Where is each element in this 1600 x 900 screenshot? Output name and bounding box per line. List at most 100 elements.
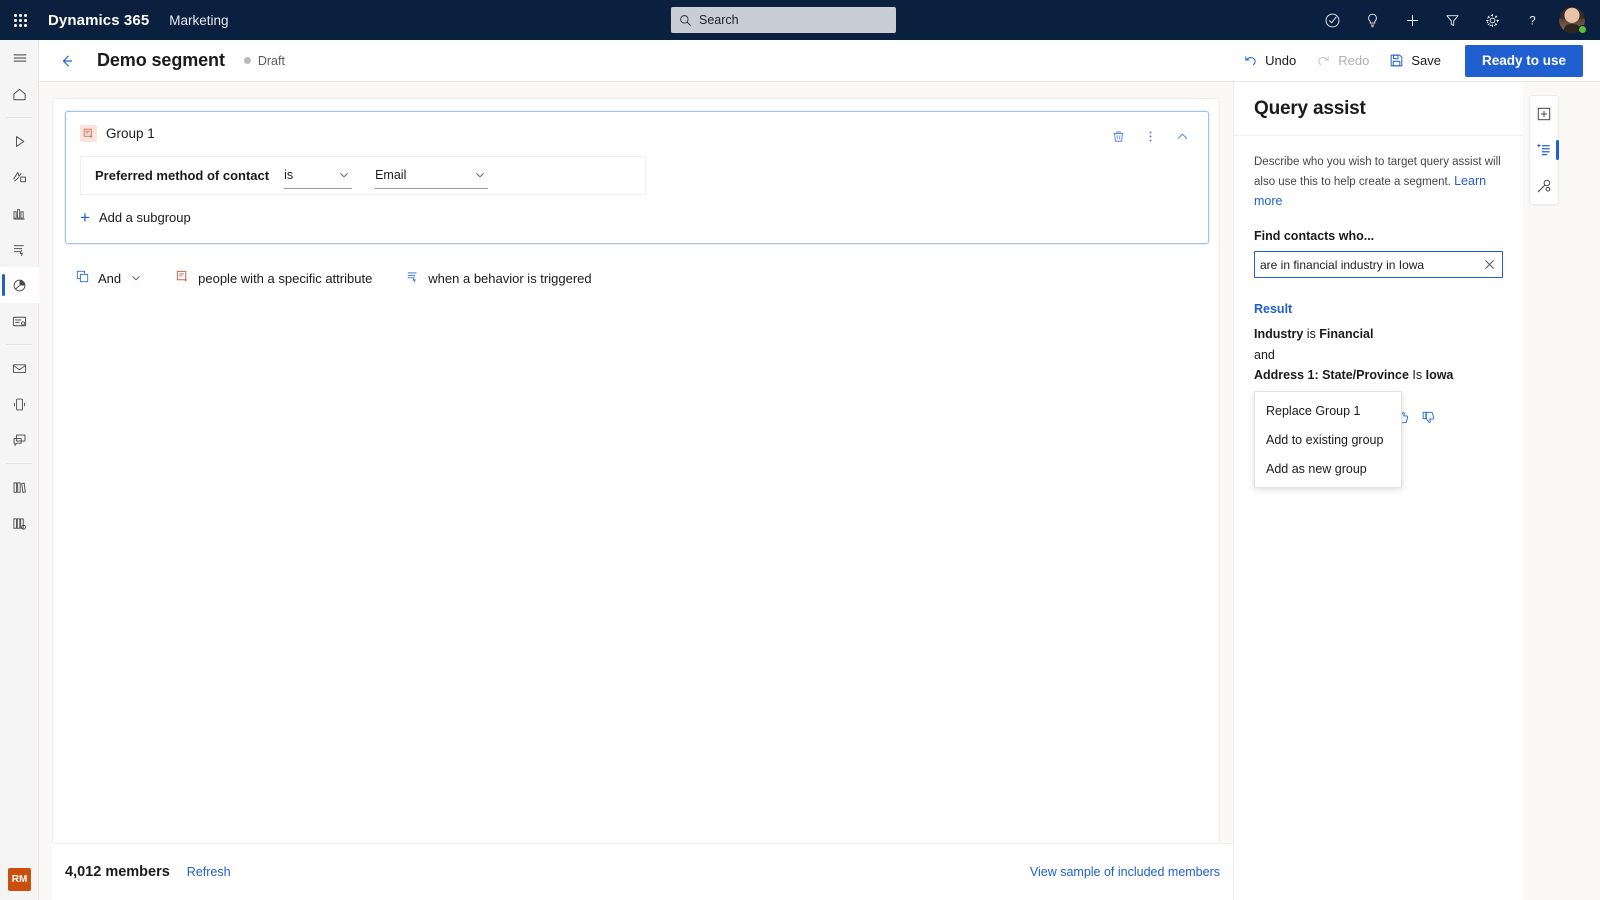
thumbs-down-icon[interactable]	[1421, 410, 1436, 425]
result-1-field: Industry	[1254, 327, 1303, 341]
redo-icon	[1316, 53, 1331, 68]
add-subgroup-button[interactable]: + Add a subgroup	[80, 209, 191, 226]
add-behavior-rule-label: when a behavior is triggered	[428, 271, 591, 286]
result-1-value: Financial	[1319, 327, 1373, 341]
filter-icon[interactable]	[1432, 0, 1472, 40]
sidebar-item-text-messages[interactable]	[0, 386, 39, 422]
redo-button[interactable]: Redo	[1306, 45, 1379, 77]
query-assist-input[interactable]	[1260, 258, 1479, 272]
sidebar-item-emails[interactable]	[0, 350, 39, 386]
logic-operator-and[interactable]: And	[76, 265, 142, 291]
redo-label: Redo	[1338, 53, 1369, 68]
query-assist-panel: Query assist Describe who you wish to ta…	[1233, 82, 1523, 900]
query-assist-input-wrapper[interactable]	[1254, 251, 1503, 278]
menu-item-add-to-existing-group[interactable]: Add to existing group	[1255, 425, 1401, 454]
svg-text:?: ?	[1529, 13, 1536, 27]
condition-operator-value: is	[284, 168, 293, 182]
top-navigation-bar: Dynamics 365 Marketing Search ?	[0, 0, 1600, 40]
delete-group-icon[interactable]	[1105, 123, 1132, 150]
app-launcher-icon[interactable]	[0, 0, 40, 40]
result-1-operator: is	[1303, 327, 1319, 341]
behavior-icon	[406, 270, 419, 286]
brand-title: Dynamics 365	[48, 12, 149, 29]
add-subgroup-label: Add a subgroup	[99, 210, 191, 225]
rail-divider	[6, 117, 32, 118]
assistant-icon[interactable]	[1312, 0, 1352, 40]
condition-operator-dropdown[interactable]: is	[284, 162, 352, 189]
result-3-operator: Is	[1409, 368, 1426, 382]
status-badge: Draft	[244, 54, 285, 68]
plus-icon: +	[80, 209, 90, 226]
condition-attribute-label: Preferred method of contact	[95, 168, 269, 183]
sidebar-item-segments[interactable]	[0, 267, 39, 303]
save-button[interactable]: Save	[1379, 45, 1451, 77]
condition-row[interactable]: Preferred method of contact is Email	[80, 156, 646, 195]
close-icon[interactable]	[1479, 258, 1496, 271]
help-icon[interactable]: ?	[1512, 0, 1552, 40]
sidebar-item-push-notifications[interactable]	[0, 422, 39, 458]
right-rail	[1523, 82, 1600, 900]
sidebar-item-channels[interactable]	[0, 195, 39, 231]
sidebar-item-journeys[interactable]	[0, 123, 39, 159]
search-icon	[679, 14, 692, 27]
result-line-3: Address 1: State/Province Is Iowa	[1254, 365, 1503, 385]
global-search-input[interactable]: Search	[671, 7, 896, 33]
sidebar-item-forms[interactable]	[0, 303, 39, 339]
back-button[interactable]	[51, 45, 83, 77]
page-title: Demo segment	[97, 50, 225, 71]
query-assist-header: Query assist	[1234, 82, 1523, 136]
group-header: Group 1	[80, 125, 1194, 142]
command-bar: Demo segment Draft Undo Redo Save Ready …	[39, 40, 1600, 82]
status-label: Draft	[258, 54, 285, 68]
menu-item-replace-group[interactable]: Replace Group 1	[1255, 396, 1401, 425]
user-badge[interactable]: RM	[8, 868, 31, 891]
ready-to-use-button[interactable]: Ready to use	[1465, 45, 1583, 77]
add-behavior-rule[interactable]: when a behavior is triggered	[406, 265, 591, 291]
chevron-down-icon	[474, 169, 486, 181]
hamburger-menu-icon[interactable]	[0, 40, 39, 76]
sidebar-item-triggers[interactable]	[0, 159, 39, 195]
chevron-up-icon[interactable]	[1169, 123, 1196, 150]
condition-value-dropdown[interactable]: Email	[375, 162, 488, 189]
refresh-link[interactable]: Refresh	[187, 865, 231, 879]
view-sample-link[interactable]: View sample of included members	[1030, 865, 1220, 879]
undo-button[interactable]: Undo	[1233, 45, 1306, 77]
result-line-2: and	[1254, 345, 1503, 365]
save-label: Save	[1411, 53, 1441, 68]
condition-value: Email	[375, 168, 406, 182]
undo-icon	[1243, 53, 1258, 68]
right-rail-card	[1529, 95, 1559, 205]
sidebar-item-assets[interactable]	[0, 469, 39, 505]
left-navigation-rail: RM	[0, 40, 39, 900]
query-assist-result-label[interactable]: Result	[1254, 302, 1503, 316]
query-assist-icon[interactable]	[1530, 132, 1558, 168]
use-dropdown-menu: Replace Group 1 Add to existing group Ad…	[1254, 391, 1402, 488]
sidebar-item-home[interactable]	[0, 76, 39, 112]
group-container[interactable]: Group 1 Preferred method of contact is	[65, 111, 1209, 244]
menu-item-add-as-new-group[interactable]: Add as new group	[1255, 454, 1401, 483]
query-assist-description: Describe who you wish to target query as…	[1254, 154, 1503, 211]
gear-icon[interactable]	[1472, 0, 1512, 40]
query-assist-result: Industry is Financial and Address 1: Sta…	[1254, 324, 1503, 385]
attribute-group-icon	[80, 125, 97, 142]
add-panel-icon[interactable]	[1530, 96, 1558, 132]
result-3-field: Address 1: State/Province	[1254, 368, 1409, 382]
sidebar-item-asset-settings[interactable]	[0, 505, 39, 541]
lightbulb-icon[interactable]	[1352, 0, 1392, 40]
logic-toolbar: And people with a specific attribute whe…	[65, 265, 1207, 291]
avatar[interactable]	[1552, 0, 1592, 40]
result-3-value: Iowa	[1426, 368, 1454, 382]
sidebar-item-flows[interactable]	[0, 231, 39, 267]
more-commands-icon[interactable]	[1137, 123, 1164, 150]
status-dot-icon	[244, 57, 251, 64]
app-name: Marketing	[169, 13, 228, 28]
add-attribute-rule[interactable]: people with a specific attribute	[176, 265, 372, 291]
command-bar-actions: Undo Redo Save Ready to use	[1233, 45, 1600, 77]
plus-icon[interactable]	[1392, 0, 1432, 40]
undo-label: Undo	[1265, 53, 1296, 68]
segment-builder-canvas: Group 1 Preferred method of contact is	[39, 82, 1233, 900]
attribute-icon	[176, 270, 189, 286]
add-attribute-rule-label: people with a specific attribute	[198, 271, 372, 286]
query-assist-field-label: Find contacts who...	[1254, 229, 1503, 243]
magic-wand-icon[interactable]	[1530, 168, 1558, 204]
